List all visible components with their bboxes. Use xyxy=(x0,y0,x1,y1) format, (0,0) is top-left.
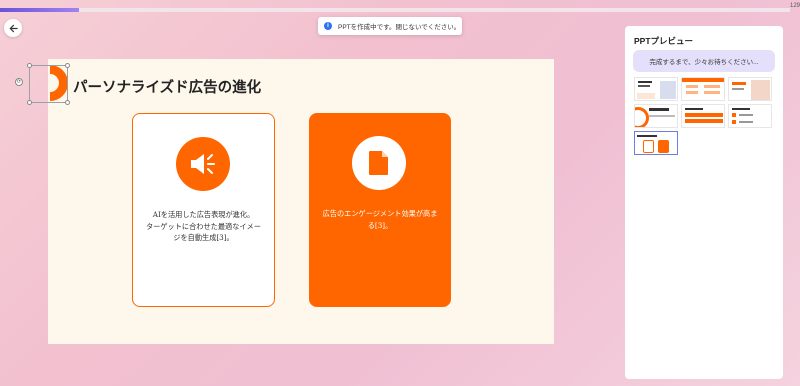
resize-handle[interactable] xyxy=(27,100,32,105)
resize-handle[interactable] xyxy=(27,63,32,68)
megaphone-icon xyxy=(191,154,215,174)
selection-box[interactable] xyxy=(29,65,68,103)
arrow-left-icon xyxy=(9,24,18,32)
back-button[interactable] xyxy=(4,19,22,37)
slide-thumbnail-2[interactable] xyxy=(681,77,725,101)
slide-canvas[interactable] xyxy=(48,59,554,344)
progress-text: 129 xyxy=(789,3,800,9)
slide-thumbnail-6[interactable] xyxy=(728,104,772,128)
waiting-message: 完成するまで、少々お待ちください... xyxy=(633,50,775,72)
slide-thumbnail-7[interactable] xyxy=(634,131,678,155)
document-icon xyxy=(369,151,388,175)
status-toast: i PPTを作成中です。閉じないでください。 xyxy=(318,17,462,35)
toast-text: PPTを作成中です。閉じないでください。 xyxy=(338,24,461,31)
resize-handle[interactable] xyxy=(65,100,70,105)
progress-fill xyxy=(0,8,79,12)
panel-title: PPTプレビュー xyxy=(634,36,694,46)
slide-title[interactable]: パーソナライズド広告の進化 xyxy=(73,76,261,97)
card-engagement[interactable]: 広告のエンゲージメント効果が高ま る[3]。 xyxy=(309,113,451,307)
megaphone-icon-circle xyxy=(176,137,230,191)
slide-thumbnail-3[interactable] xyxy=(728,77,772,101)
progress-bar xyxy=(0,8,790,12)
document-icon-circle xyxy=(352,136,406,190)
slide-thumbnail-5[interactable] xyxy=(681,104,725,128)
card1-text: AIを活用した広告表現が進化。 ターゲットに合わせた最適なイメー ジを自動生成[… xyxy=(145,210,261,242)
card2-text: 広告のエンゲージメント効果が高ま る[3]。 xyxy=(322,209,438,230)
ppt-preview-panel: PPTプレビュー 完成するまで、少々お待ちください... xyxy=(625,26,783,379)
rotate-handle[interactable]: ⟳ xyxy=(15,78,23,86)
slide-thumbnail-4[interactable] xyxy=(634,104,678,128)
slide-thumbnail-1[interactable] xyxy=(634,77,678,101)
info-icon: i xyxy=(324,22,332,30)
card-ai-advertising[interactable]: AIを活用した広告表現が進化。 ターゲットに合わせた最適なイメー ジを自動生成[… xyxy=(132,113,275,307)
resize-handle[interactable] xyxy=(65,63,70,68)
